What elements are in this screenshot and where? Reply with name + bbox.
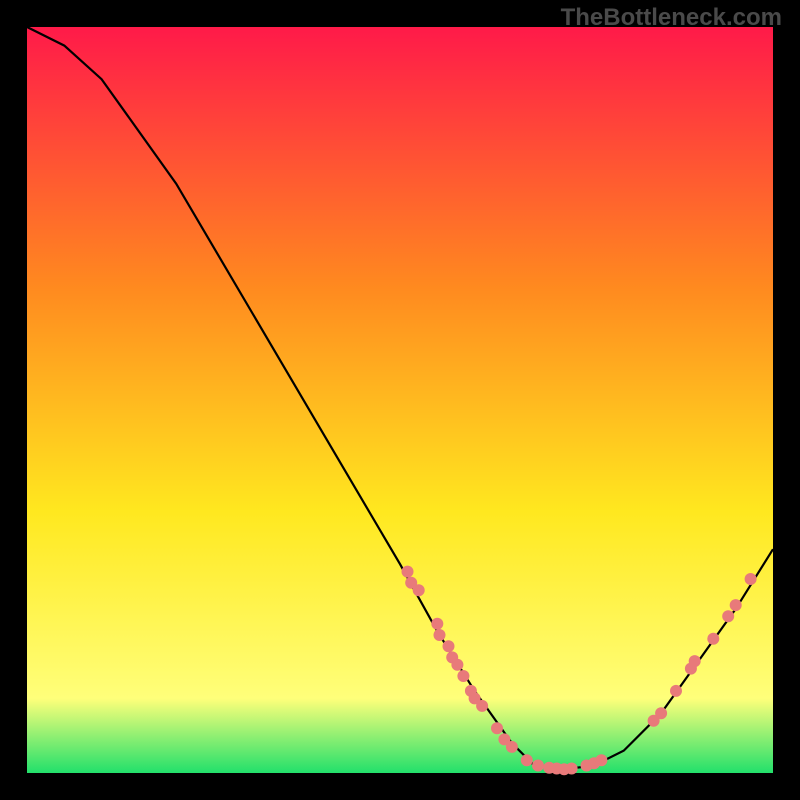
data-point <box>402 566 414 578</box>
chart-svg <box>0 0 800 800</box>
data-point <box>413 584 425 596</box>
data-point <box>566 763 578 775</box>
data-point <box>521 754 533 766</box>
data-point <box>506 741 518 753</box>
plot-background <box>27 27 773 773</box>
data-point <box>595 754 607 766</box>
data-point <box>443 640 455 652</box>
data-point <box>689 655 701 667</box>
data-point <box>670 685 682 697</box>
data-point <box>707 633 719 645</box>
data-point <box>434 629 446 641</box>
watermark-text: TheBottleneck.com <box>561 4 782 32</box>
data-point <box>532 760 544 772</box>
data-point <box>457 670 469 682</box>
data-point <box>431 618 443 630</box>
data-point <box>722 610 734 622</box>
chart-container: { "watermark": "TheBottleneck.com", "cha… <box>0 0 800 800</box>
data-point <box>451 659 463 671</box>
data-point <box>491 722 503 734</box>
data-point <box>476 700 488 712</box>
data-point <box>655 707 667 719</box>
data-point <box>730 599 742 611</box>
data-point <box>745 573 757 585</box>
